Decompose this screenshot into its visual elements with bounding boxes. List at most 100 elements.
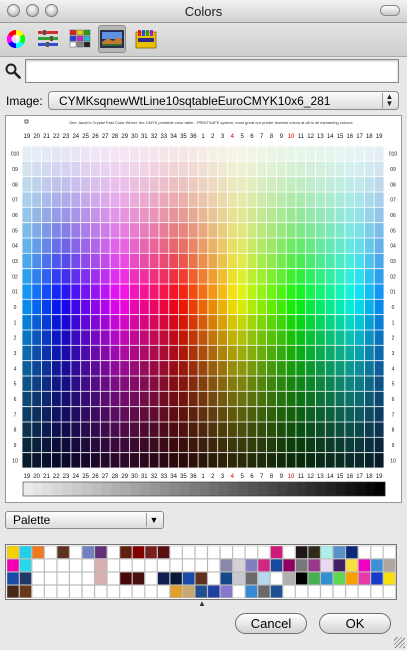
color-cell[interactable] [247, 453, 257, 468]
color-cell[interactable] [198, 161, 208, 177]
color-cell[interactable] [169, 422, 179, 437]
color-cell[interactable] [90, 192, 100, 207]
swatch[interactable] [132, 571, 145, 586]
color-cell[interactable] [110, 146, 120, 161]
color-cell[interactable] [90, 391, 100, 407]
color-cell[interactable] [227, 177, 237, 192]
toolbar-toggle-button[interactable] [380, 5, 400, 16]
color-cell[interactable] [100, 223, 110, 238]
color-cell[interactable] [335, 315, 345, 330]
color-cell[interactable] [208, 223, 218, 238]
color-cell[interactable] [188, 284, 198, 299]
color-cell[interactable] [345, 361, 355, 376]
color-cell[interactable] [61, 192, 71, 207]
gray-cell[interactable] [257, 482, 268, 496]
color-cell[interactable] [237, 345, 247, 361]
color-cell[interactable] [208, 361, 218, 376]
swatch[interactable] [270, 571, 283, 586]
color-cell[interactable] [71, 330, 81, 345]
color-cell[interactable] [100, 177, 110, 192]
color-cell[interactable] [286, 391, 296, 407]
swatch[interactable] [132, 558, 145, 572]
color-cell[interactable] [120, 391, 130, 407]
color-cell[interactable] [355, 146, 364, 161]
color-cell[interactable] [159, 407, 169, 422]
color-cell[interactable] [110, 437, 120, 453]
swatch[interactable] [44, 584, 57, 599]
color-cell[interactable] [257, 376, 267, 391]
color-cell[interactable] [61, 422, 71, 437]
color-cell[interactable] [227, 192, 237, 207]
color-cell[interactable] [374, 146, 384, 161]
color-cell[interactable] [130, 284, 139, 299]
color-cell[interactable] [100, 391, 110, 407]
color-cell[interactable] [364, 422, 374, 437]
color-cell[interactable] [42, 269, 51, 284]
color-cell[interactable] [81, 330, 91, 345]
color-cell[interactable] [169, 391, 179, 407]
swatch[interactable] [232, 558, 246, 572]
color-cell[interactable] [42, 146, 51, 161]
color-cell[interactable] [296, 161, 306, 177]
color-cell[interactable] [61, 223, 71, 238]
color-cell[interactable] [149, 238, 159, 253]
color-cell[interactable] [42, 345, 51, 361]
color-cell[interactable] [22, 361, 32, 376]
color-cell[interactable] [22, 238, 32, 253]
color-cell[interactable] [208, 299, 218, 315]
tab-palettes[interactable] [66, 25, 94, 53]
color-cell[interactable] [42, 391, 51, 407]
color-cell[interactable] [374, 315, 384, 330]
swatch[interactable] [82, 584, 95, 599]
color-cell[interactable] [237, 238, 247, 253]
color-cell[interactable] [188, 437, 198, 453]
gray-cell[interactable] [169, 482, 180, 496]
color-cell[interactable] [218, 146, 228, 161]
color-cell[interactable] [149, 330, 159, 345]
color-cell[interactable] [325, 361, 335, 376]
color-cell[interactable] [169, 223, 179, 238]
color-cell[interactable] [178, 253, 188, 269]
color-cell[interactable] [276, 345, 286, 361]
color-cell[interactable] [335, 330, 345, 345]
color-cell[interactable] [51, 422, 61, 437]
color-cell[interactable] [120, 422, 130, 437]
color-cell[interactable] [218, 453, 228, 468]
color-cell[interactable] [286, 315, 296, 330]
swatch[interactable] [19, 584, 32, 599]
color-cell[interactable] [51, 253, 61, 269]
color-cell[interactable] [267, 269, 276, 284]
cmyk-color-table-image[interactable]: Dee Jacob's Crystal Fast Color Wheel, th… [6, 116, 401, 502]
color-cell[interactable] [51, 407, 61, 422]
color-cell[interactable] [51, 284, 61, 299]
color-cell[interactable] [257, 453, 267, 468]
color-cell[interactable] [61, 238, 71, 253]
color-cell[interactable] [364, 207, 374, 223]
color-cell[interactable] [355, 315, 364, 330]
color-cell[interactable] [247, 407, 257, 422]
color-cell[interactable] [100, 330, 110, 345]
color-cell[interactable] [267, 207, 276, 223]
color-cell[interactable] [120, 177, 130, 192]
palette-mode-select[interactable]: Palette ▼ [5, 511, 164, 529]
color-cell[interactable] [169, 207, 179, 223]
color-cell[interactable] [286, 376, 296, 391]
color-cell[interactable] [169, 376, 179, 391]
swatch[interactable] [282, 571, 296, 586]
color-cell[interactable] [188, 269, 198, 284]
color-cell[interactable] [267, 223, 276, 238]
color-cell[interactable] [51, 238, 61, 253]
color-cell[interactable] [267, 391, 276, 407]
color-cell[interactable] [120, 299, 130, 315]
swatch[interactable] [307, 545, 321, 559]
color-cell[interactable] [198, 422, 208, 437]
color-cell[interactable] [267, 330, 276, 345]
swatch[interactable] [383, 584, 396, 599]
color-cell[interactable] [178, 315, 188, 330]
color-cell[interactable] [286, 407, 296, 422]
color-cell[interactable] [257, 437, 267, 453]
color-cell[interactable] [139, 299, 149, 315]
color-cell[interactable] [169, 361, 179, 376]
color-cell[interactable] [159, 299, 169, 315]
color-cell[interactable] [374, 299, 384, 315]
